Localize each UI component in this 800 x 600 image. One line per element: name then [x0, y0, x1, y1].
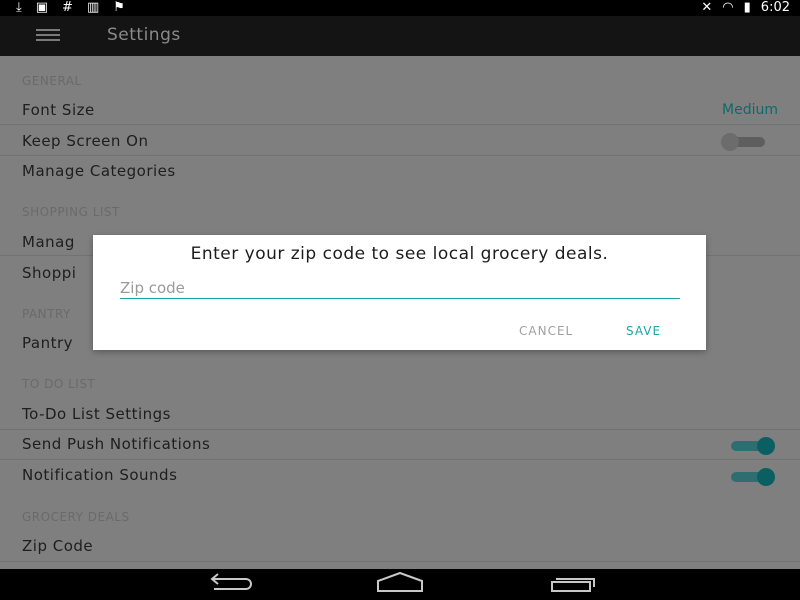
zip-code-setting[interactable]: Zip Code: [22, 537, 93, 555]
section-header-general: GENERAL: [22, 74, 82, 88]
divider: [0, 459, 800, 460]
notification-sounds-setting[interactable]: Notification Sounds: [22, 466, 177, 484]
section-header-pantry: PANTRY: [22, 307, 71, 321]
system-icons: ✕ ◠ ▮ 6:02: [701, 0, 790, 16]
font-size-setting[interactable]: Font Size: [22, 101, 95, 119]
shopping-list-setting-1[interactable]: Manag: [22, 233, 75, 251]
zip-code-dialog: Enter your zip code to see local grocery…: [93, 235, 706, 350]
save-button[interactable]: SAVE: [626, 324, 661, 338]
clock: 6:02: [760, 0, 790, 15]
app-toolbar: Settings: [0, 16, 800, 56]
push-notifications-toggle[interactable]: [731, 437, 775, 455]
toggle-thumb: [721, 133, 739, 151]
divider: [0, 124, 800, 125]
page-title: Settings: [107, 25, 181, 45]
download-icon: ⤓: [16, 0, 22, 15]
status-bar: ⤓ ▣ # ▥ ⚑ ✕ ◠ ▮ 6:02: [0, 0, 800, 16]
mute-icon: ✕: [701, 0, 713, 15]
toggle-thumb: [757, 468, 775, 486]
keep-screen-on-toggle[interactable]: [721, 133, 765, 151]
divider: [0, 429, 800, 430]
divider: [0, 561, 800, 562]
font-size-value[interactable]: Medium: [722, 102, 778, 118]
pantry-setting[interactable]: Pantry: [22, 334, 73, 352]
manage-categories-setting[interactable]: Manage Categories: [22, 162, 176, 180]
keep-screen-on-setting[interactable]: Keep Screen On: [22, 132, 149, 150]
wifi-icon: ◠: [722, 0, 734, 15]
toggle-thumb: [757, 437, 775, 455]
battery-icon: ▮: [743, 0, 751, 15]
back-icon[interactable]: [204, 569, 264, 600]
image-icon: ▣: [35, 0, 49, 15]
recents-icon[interactable]: [546, 569, 606, 600]
send-push-notifications-setting[interactable]: Send Push Notifications: [22, 435, 210, 453]
shopping-list-setting-2[interactable]: Shoppi: [22, 264, 76, 282]
notification-sounds-toggle[interactable]: [731, 468, 775, 486]
section-header-shopping-list: SHOPPING LIST: [22, 205, 120, 219]
section-header-grocery-deals: GROCERY DEALS: [22, 510, 130, 524]
zip-code-input[interactable]: [120, 278, 680, 299]
section-header-todo: TO DO LIST: [22, 377, 96, 391]
navigation-bar: [0, 569, 800, 600]
dialog-message: Enter your zip code to see local grocery…: [190, 244, 609, 264]
home-icon[interactable]: [372, 569, 432, 600]
hash-icon: #: [62, 0, 73, 15]
flag-icon: ⚑: [113, 0, 125, 15]
hamburger-menu-icon[interactable]: [36, 29, 60, 43]
divider: [0, 155, 800, 156]
notification-icons: ⤓ ▣ # ▥ ⚑: [16, 0, 125, 16]
todo-settings[interactable]: To-Do List Settings: [22, 405, 171, 423]
cancel-button[interactable]: CANCEL: [519, 324, 573, 338]
barcode-icon: ▥: [86, 0, 100, 15]
